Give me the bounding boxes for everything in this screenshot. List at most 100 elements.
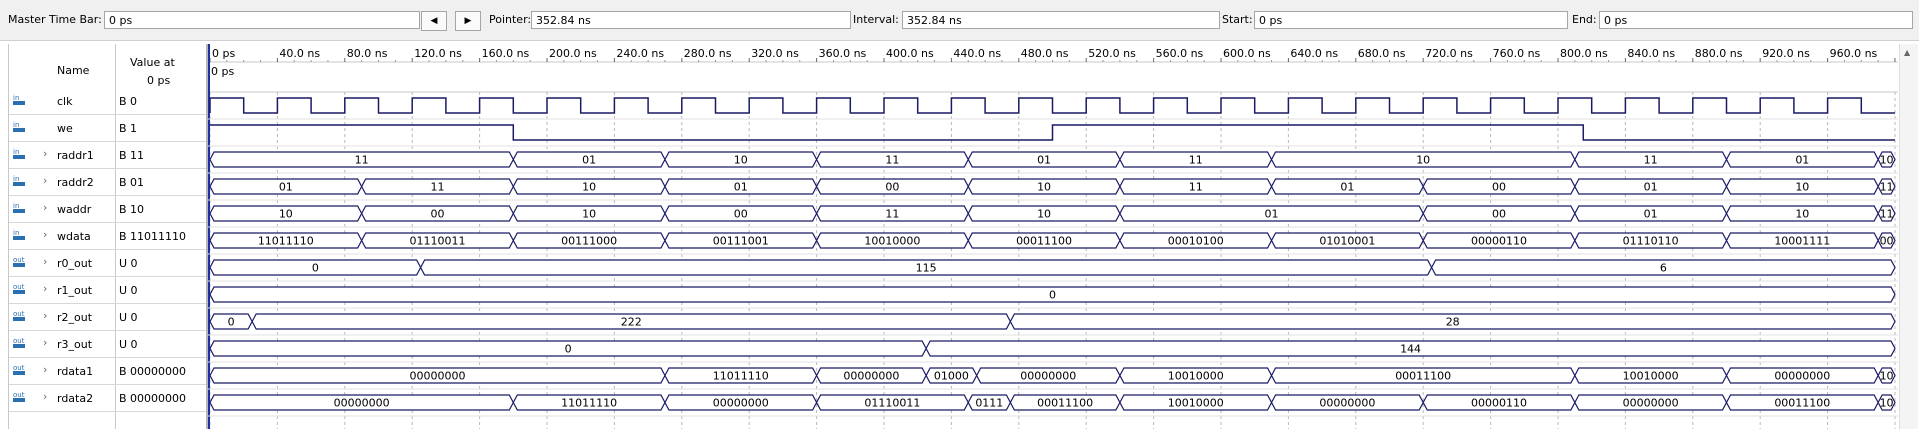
interval-field[interactable]: 352.84 ns xyxy=(902,11,1220,29)
expand-chevron-icon[interactable]: › xyxy=(43,255,47,268)
signal-row-wdata[interactable]: in › wdata B 11011110 xyxy=(9,223,206,250)
signal-row-we[interactable]: in we B 1 xyxy=(9,115,206,142)
next-transition-button[interactable]: ▶ xyxy=(455,11,481,31)
input-pin-icon: in xyxy=(12,147,28,161)
bus-value-label: 10 xyxy=(1795,181,1809,194)
svg-text:in: in xyxy=(13,121,19,129)
bus-value-label: 28 xyxy=(1446,316,1460,329)
value-column-header[interactable]: Value at xyxy=(130,56,175,69)
timeline-tick-label: 200.0 ns xyxy=(549,47,597,60)
bus-value-label: 10 xyxy=(1880,154,1894,167)
bus-value-label: 11 xyxy=(885,154,899,167)
value-column-header-time: 0 ps xyxy=(147,74,171,87)
bus-value-label: 11011110 xyxy=(713,370,769,383)
bus-value-label: 10010000 xyxy=(864,235,920,248)
timeline-tick-label: 280.0 ns xyxy=(684,47,732,60)
signal-name: waddr xyxy=(57,203,92,216)
pointer-field[interactable]: 352.84 ns xyxy=(531,11,851,29)
bus-value-label: 01 xyxy=(1644,181,1658,194)
signal-name: rdata2 xyxy=(57,392,94,405)
signal-list: Name Value at 0 ps in clk B 0 in we B 1 in › rad… xyxy=(8,44,208,429)
bus-value-label: 144 xyxy=(1400,343,1421,356)
output-pin-icon: out xyxy=(12,309,28,323)
bus-value-label: 01110011 xyxy=(864,397,920,410)
bus-value-label: 11 xyxy=(1189,154,1203,167)
bus-value-label: 00011100 xyxy=(1016,235,1072,248)
bus-value-label: 00 xyxy=(734,208,748,221)
expand-chevron-icon[interactable]: › xyxy=(43,336,47,349)
expand-chevron-icon[interactable]: › xyxy=(43,147,47,160)
timeline-tick-label: 800.0 ns xyxy=(1560,47,1608,60)
timeline-tick-label: 640.0 ns xyxy=(1290,47,1338,60)
svg-text:in: in xyxy=(13,202,19,210)
bus-value-label: 10 xyxy=(1795,208,1809,221)
bus-value-label: 10 xyxy=(1416,154,1430,167)
signal-name: raddr1 xyxy=(57,149,94,162)
bus-value-label: 01 xyxy=(1037,154,1051,167)
signal-value: U 0 xyxy=(119,257,138,270)
expand-chevron-icon[interactable]: › xyxy=(43,282,47,295)
waveform-viewer: Name Value at 0 ps in clk B 0 in we B 1 in › rad… xyxy=(0,40,1919,429)
bus-value-label: 0 xyxy=(565,343,572,356)
end-label: End: xyxy=(1572,13,1597,26)
end-field[interactable]: 0 ps xyxy=(1599,11,1913,29)
waveform-area[interactable]: 0 ps 40.0 ns 80.0 ns 120.0 ns 160.0 ns 200.0 … xyxy=(208,44,1898,429)
expand-chevron-icon[interactable]: › xyxy=(43,309,47,322)
bus-value-label: 115 xyxy=(916,262,937,275)
bus-value-label: 00000000 xyxy=(1774,370,1830,383)
bus-value-label: 00011100 xyxy=(1037,397,1093,410)
timeline-tick-label: 920.0 ns xyxy=(1762,47,1810,60)
bus-value-label: 00 xyxy=(1492,208,1506,221)
scroll-up-arrow-icon[interactable]: ▲ xyxy=(1904,48,1910,57)
name-column-header[interactable]: Name xyxy=(57,64,89,77)
signal-row-r1_out[interactable]: out › r1_out U 0 xyxy=(9,277,206,304)
bus-value-label: 00111001 xyxy=(713,235,769,248)
signal-name: r3_out xyxy=(57,338,93,351)
signal-row-rdata1[interactable]: out › rdata1 B 00000000 xyxy=(9,358,206,385)
expand-chevron-icon[interactable]: › xyxy=(43,228,47,241)
signal-name: we xyxy=(57,122,73,135)
signal-value: B 00000000 xyxy=(119,392,187,405)
bus-value-label: 10 xyxy=(279,208,293,221)
output-pin-icon: out xyxy=(12,390,28,404)
prev-transition-button[interactable]: ◀ xyxy=(421,11,447,31)
timeline-tick-label: 40.0 ns xyxy=(279,47,320,60)
signal-row-raddr2[interactable]: in › raddr2 B 01 xyxy=(9,169,206,196)
expand-chevron-icon[interactable]: › xyxy=(43,201,47,214)
bus-value-label: 00000000 xyxy=(843,370,899,383)
bus-value-label: 01 xyxy=(582,154,596,167)
input-pin-icon: in xyxy=(12,93,28,107)
signal-row-r2_out[interactable]: out › r2_out U 0 xyxy=(9,304,206,331)
expand-chevron-icon[interactable]: › xyxy=(43,174,47,187)
bus-value-label: 11 xyxy=(1880,181,1894,194)
expand-chevron-icon[interactable]: › xyxy=(43,363,47,376)
output-pin-icon: out xyxy=(12,363,28,377)
input-pin-icon: in xyxy=(12,201,28,215)
vertical-scrollbar[interactable]: ▲ xyxy=(1899,44,1918,429)
input-pin-icon: in xyxy=(12,120,28,134)
output-pin-icon: out xyxy=(12,336,28,350)
timeline-tick-label: 560.0 ns xyxy=(1156,47,1204,60)
bus-value-label: 00000000 xyxy=(1319,397,1375,410)
timeline-tick-label: 840.0 ns xyxy=(1627,47,1675,60)
expand-chevron-icon[interactable]: › xyxy=(43,390,47,403)
signal-row-raddr1[interactable]: in › raddr1 B 11 xyxy=(9,142,206,169)
start-field[interactable]: 0 ps xyxy=(1254,11,1568,29)
signal-row-clk[interactable]: in clk B 0 xyxy=(9,88,206,115)
timeline-tick-label: 680.0 ns xyxy=(1358,47,1406,60)
bus-value-label: 10 xyxy=(582,181,596,194)
signal-value: U 0 xyxy=(119,338,138,351)
signal-row-r0_out[interactable]: out › r0_out U 0 xyxy=(9,250,206,277)
svg-text:out: out xyxy=(13,337,25,345)
bus-value-label: 10 xyxy=(1880,370,1894,383)
signal-row-r3_out[interactable]: out › r3_out U 0 xyxy=(9,331,206,358)
input-pin-icon: in xyxy=(12,174,28,188)
signal-row-rdata2[interactable]: out › rdata2 B 00000000 xyxy=(9,385,206,412)
bus-value-label: 10 xyxy=(1037,181,1051,194)
signal-value: U 0 xyxy=(119,284,138,297)
svg-text:out: out xyxy=(13,256,25,264)
signal-row-waddr[interactable]: in › waddr B 10 xyxy=(9,196,206,223)
master-time-bar-field[interactable]: 0 ps xyxy=(104,11,420,29)
bus-value-label: 00000110 xyxy=(1471,397,1527,410)
timeline-tick-label: 400.0 ns xyxy=(886,47,934,60)
